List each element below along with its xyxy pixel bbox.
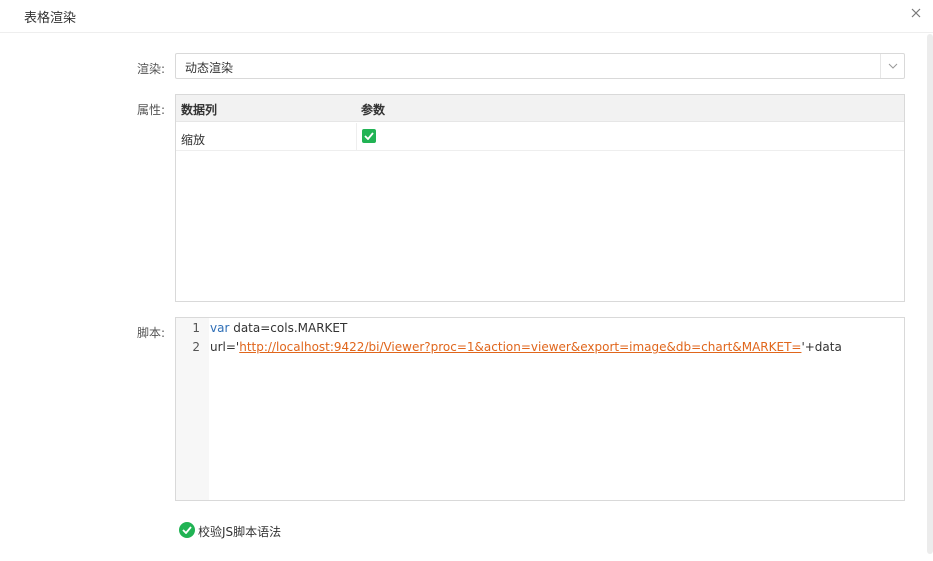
check-circle-icon <box>179 522 195 538</box>
render-select-value: 动态渲染 <box>185 61 234 75</box>
script-editor[interactable]: 1 2 var data=cols.MARKET url='http://loc… <box>175 317 905 501</box>
code-text: url=' <box>210 340 240 354</box>
zoom-checkbox[interactable] <box>362 129 376 143</box>
code-text: data=cols.MARKET <box>229 321 348 335</box>
check-icon <box>364 132 374 140</box>
column-header-param: 参数 <box>361 103 386 117</box>
code-text: '+data <box>801 340 842 354</box>
line-number: 1 <box>192 321 200 335</box>
table-header: 数据列 参数 <box>176 95 904 122</box>
row-name: 缩放 <box>181 133 206 147</box>
chevron-down-icon <box>888 63 898 69</box>
line-number: 2 <box>192 340 200 354</box>
dialog-header: 表格渲染 <box>0 0 933 33</box>
vertical-scrollbar[interactable] <box>927 34 933 554</box>
column-header-data-column: 数据列 <box>181 103 218 117</box>
table-render-dialog: 表格渲染 渲染: 动态渲染 属性: 数据列 参数 缩放 脚本: 1 2 var … <box>0 0 933 561</box>
code-line[interactable]: var data=cols.MARKET <box>210 321 347 335</box>
properties-label: 属性: <box>137 103 166 117</box>
code-string-url: http://localhost:9422/bi/Viewer?proc=1&a… <box>239 340 802 354</box>
code-line[interactable]: url='http://localhost:9422/bi/Viewer?pro… <box>210 340 842 354</box>
table-row[interactable]: 缩放 <box>176 123 904 151</box>
column-divider <box>356 123 357 151</box>
dialog-title: 表格渲染 <box>24 11 77 26</box>
code-keyword: var <box>210 321 230 335</box>
close-icon[interactable] <box>909 6 923 20</box>
script-label: 脚本: <box>137 326 166 340</box>
line-number-gutter: 1 2 <box>176 318 209 500</box>
properties-table: 数据列 参数 缩放 <box>175 94 905 302</box>
render-select[interactable]: 动态渲染 <box>175 53 905 79</box>
render-label: 渲染: <box>137 62 166 76</box>
dropdown-toggle[interactable] <box>880 54 904 78</box>
validate-js-label: 校验JS脚本语法 <box>198 525 282 539</box>
